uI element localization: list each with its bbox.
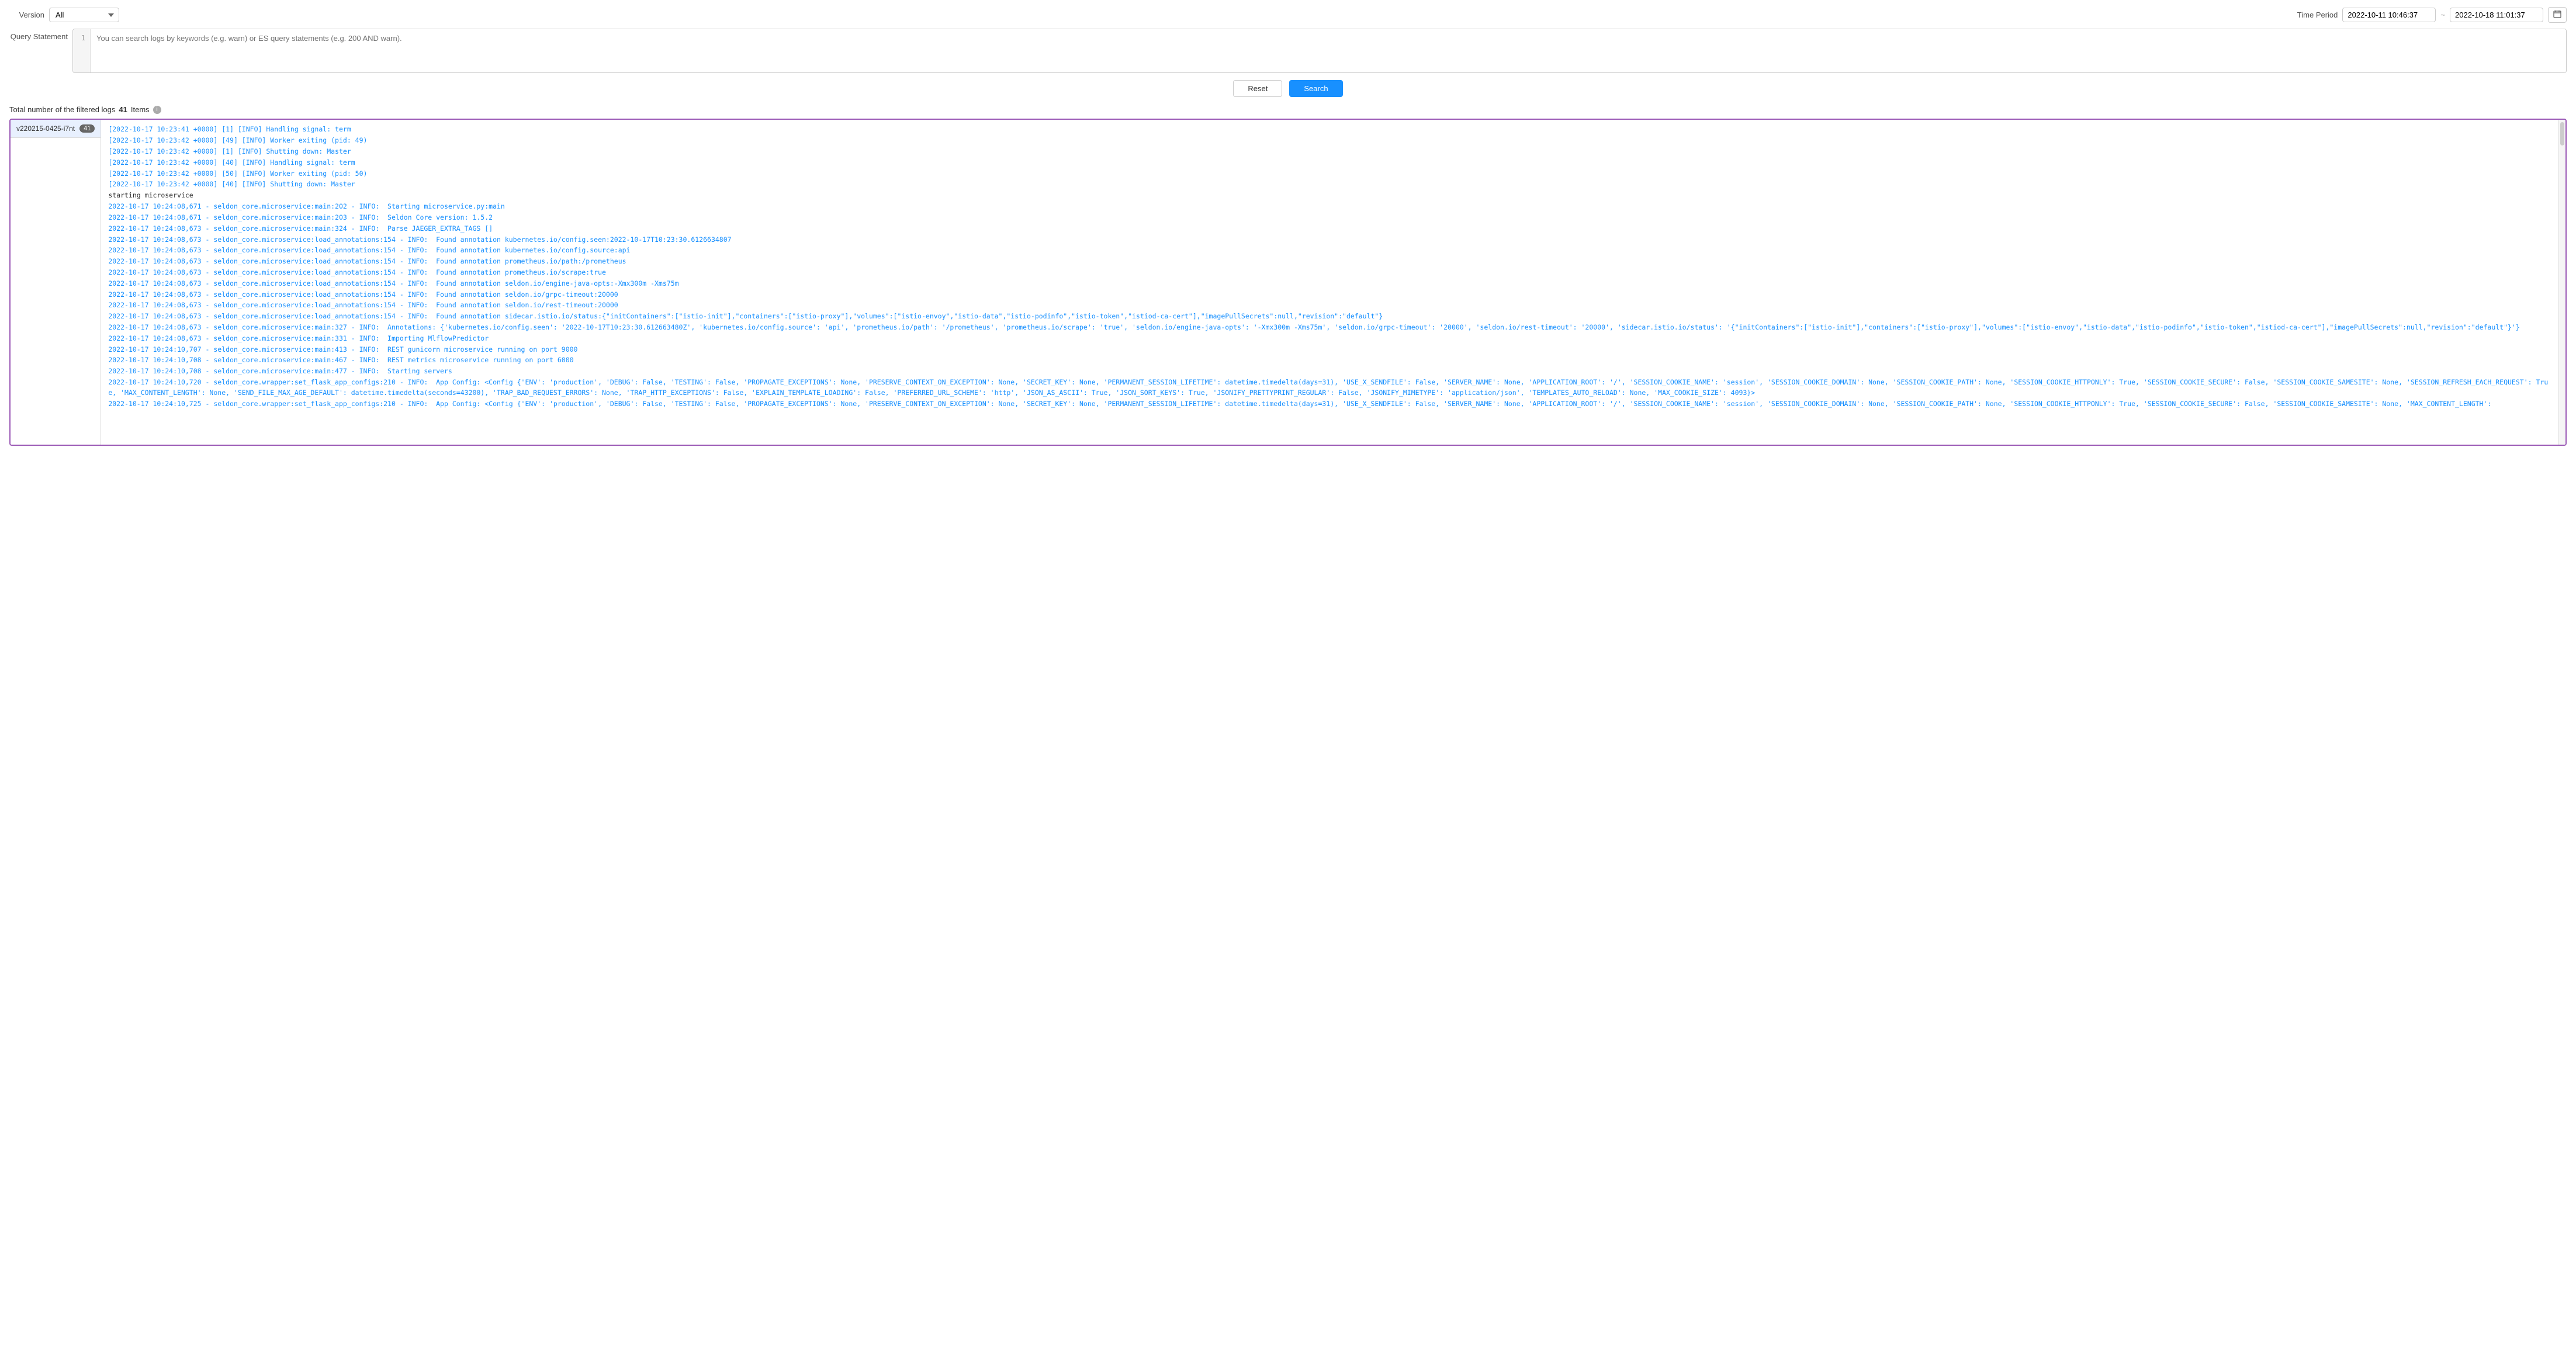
log-results-container: v220215-0425-i7nt 41 [2022-10-17 10:23:4… bbox=[9, 119, 2567, 446]
time-period-label: Time Period bbox=[2297, 11, 2338, 19]
log-line: [2022-10-17 10:23:42 +0000] [49] [INFO] … bbox=[108, 136, 2551, 146]
query-row: Query Statement 1 bbox=[9, 29, 2567, 73]
version-label: Version bbox=[9, 11, 44, 19]
log-line: [2022-10-17 10:23:41 +0000] [1] [INFO] H… bbox=[108, 124, 2551, 135]
pod-name: v220215-0425-i7nt bbox=[16, 124, 75, 133]
log-line: [2022-10-17 10:23:42 +0000] [40] [INFO] … bbox=[108, 158, 2551, 168]
action-row: Reset Search bbox=[9, 80, 2567, 97]
scroll-indicator[interactable] bbox=[2558, 120, 2565, 445]
time-period-wrapper: Time Period ~ bbox=[2297, 7, 2567, 23]
time-separator: ~ bbox=[2440, 11, 2445, 19]
version-wrapper: Version Allv1v2 bbox=[9, 8, 119, 22]
log-line: 2022-10-17 10:24:08,673 - seldon_core.mi… bbox=[108, 334, 2551, 344]
log-line: 2022-10-17 10:24:08,673 - seldon_core.mi… bbox=[108, 235, 2551, 245]
log-line: 2022-10-17 10:24:08,673 - seldon_core.mi… bbox=[108, 256, 2551, 267]
reset-button[interactable]: Reset bbox=[1233, 80, 1282, 97]
log-line: 2022-10-17 10:24:10,707 - seldon_core.mi… bbox=[108, 345, 2551, 355]
query-line-numbers: 1 bbox=[73, 29, 91, 72]
query-textarea[interactable] bbox=[91, 29, 2566, 72]
log-line: 2022-10-17 10:24:08,673 - seldon_core.mi… bbox=[108, 300, 2551, 311]
log-line: 2022-10-17 10:24:08,673 - seldon_core.mi… bbox=[108, 268, 2551, 278]
log-line: 2022-10-17 10:24:08,673 - seldon_core.mi… bbox=[108, 224, 2551, 234]
pod-count: 41 bbox=[79, 124, 95, 133]
log-line: 2022-10-17 10:24:08,673 - seldon_core.mi… bbox=[108, 245, 2551, 256]
info-icon[interactable]: i bbox=[153, 106, 161, 114]
log-line: starting microservice bbox=[108, 190, 2551, 201]
log-line: 2022-10-17 10:24:10,708 - seldon_core.mi… bbox=[108, 355, 2551, 366]
top-form-row: Version Allv1v2 Time Period ~ bbox=[9, 7, 2567, 23]
calendar-button[interactable] bbox=[2548, 7, 2567, 23]
log-line: 2022-10-17 10:24:08,673 - seldon_core.mi… bbox=[108, 311, 2551, 322]
log-line: 2022-10-17 10:24:10,725 - seldon_core.wr… bbox=[108, 399, 2551, 410]
log-line: [2022-10-17 10:23:42 +0000] [40] [INFO] … bbox=[108, 179, 2551, 190]
scroll-thumb bbox=[2560, 122, 2564, 145]
pod-item[interactable]: v220215-0425-i7nt 41 bbox=[11, 120, 101, 138]
log-line: 2022-10-17 10:24:10,708 - seldon_core.mi… bbox=[108, 366, 2551, 377]
filter-count-unit: Items bbox=[131, 105, 150, 114]
page-container: Version Allv1v2 Time Period ~ Query Stat… bbox=[0, 0, 2576, 453]
log-line: 2022-10-17 10:24:08,671 - seldon_core.mi… bbox=[108, 213, 2551, 223]
query-editor: 1 bbox=[72, 29, 2567, 73]
query-label: Query Statement bbox=[9, 29, 68, 41]
pod-column: v220215-0425-i7nt 41 bbox=[11, 120, 101, 445]
log-content[interactable]: [2022-10-17 10:23:41 +0000] [1] [INFO] H… bbox=[101, 120, 2558, 445]
version-select[interactable]: Allv1v2 bbox=[49, 8, 119, 22]
filter-count-label: Total number of the filtered logs bbox=[9, 105, 115, 114]
log-line: 2022-10-17 10:24:08,673 - seldon_core.mi… bbox=[108, 323, 2551, 333]
log-line: 2022-10-17 10:24:08,671 - seldon_core.mi… bbox=[108, 202, 2551, 212]
search-button[interactable]: Search bbox=[1289, 80, 1342, 97]
filter-count-row: Total number of the filtered logs 41 Ite… bbox=[9, 105, 2567, 114]
log-line: 2022-10-17 10:24:10,720 - seldon_core.wr… bbox=[108, 377, 2551, 398]
filter-count-number: 41 bbox=[119, 105, 127, 114]
log-line: [2022-10-17 10:23:42 +0000] [1] [INFO] S… bbox=[108, 147, 2551, 157]
log-line: 2022-10-17 10:24:08,673 - seldon_core.mi… bbox=[108, 279, 2551, 289]
time-start-input[interactable] bbox=[2342, 8, 2436, 22]
time-end-input[interactable] bbox=[2450, 8, 2543, 22]
log-line: [2022-10-17 10:23:42 +0000] [50] [INFO] … bbox=[108, 169, 2551, 179]
log-line: 2022-10-17 10:24:08,673 - seldon_core.mi… bbox=[108, 290, 2551, 300]
